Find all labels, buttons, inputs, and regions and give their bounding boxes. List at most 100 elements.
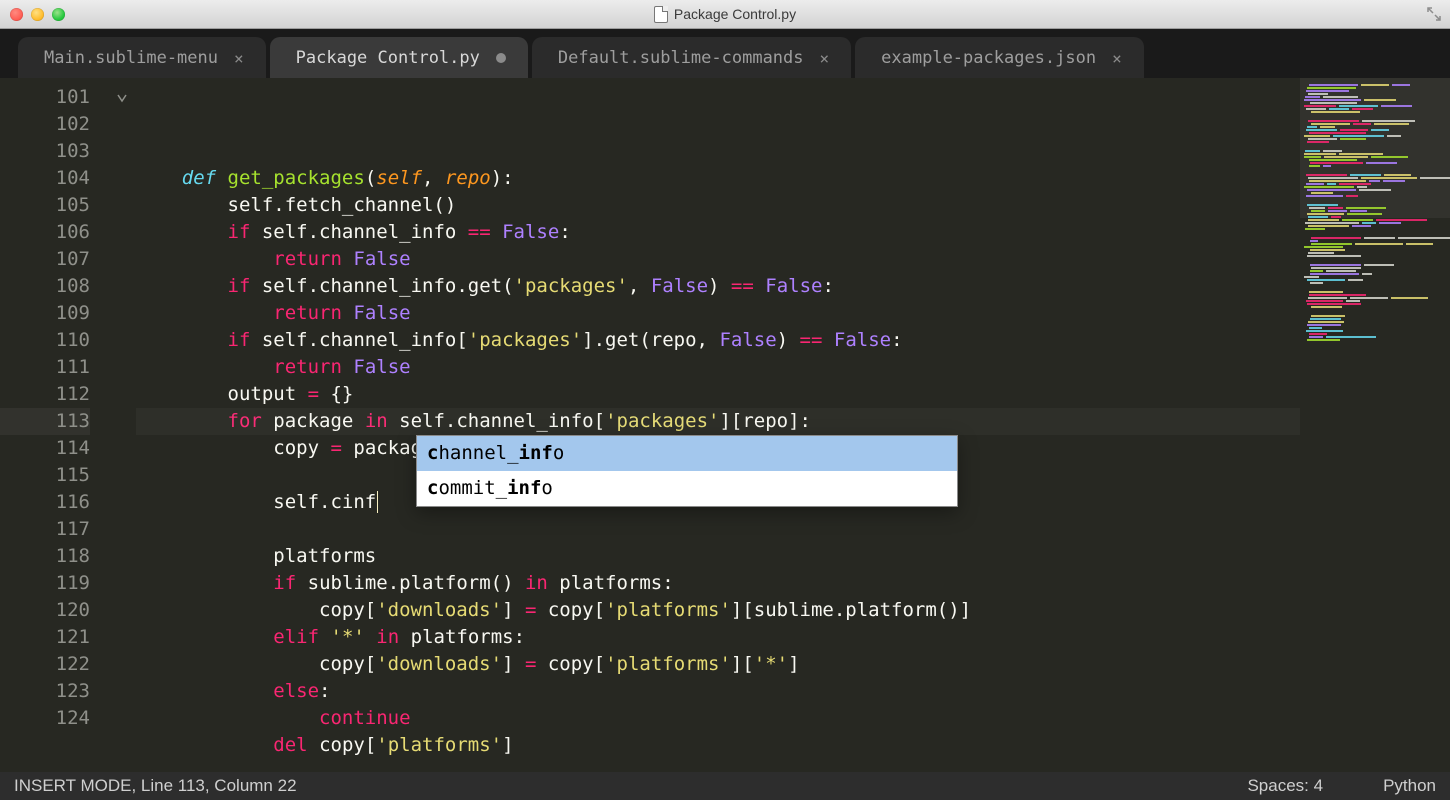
fullscreen-icon[interactable] (1426, 6, 1442, 22)
code-line[interactable]: elif '*' in platforms: (136, 624, 1300, 651)
fold-marker[interactable] (108, 300, 136, 327)
fold-marker[interactable] (108, 111, 136, 138)
autocomplete-popup[interactable]: channel_infocommit_info (416, 435, 958, 507)
code-line[interactable]: if self.channel_info['packages'].get(rep… (136, 327, 1300, 354)
code-line[interactable]: platforms (136, 543, 1300, 570)
line-number: 119 (0, 570, 90, 597)
zoom-window-button[interactable] (52, 8, 65, 21)
fold-marker[interactable] (108, 516, 136, 543)
minimap-line (1308, 225, 1349, 227)
minimap-line (1309, 165, 1320, 167)
minimize-window-button[interactable] (31, 8, 44, 21)
fold-marker[interactable] (108, 597, 136, 624)
status-left: INSERT MODE, Line 113, Column 22 (14, 776, 297, 796)
minimap-line (1364, 237, 1395, 239)
minimap-line (1331, 216, 1341, 218)
minimap-line (1364, 264, 1394, 266)
document-icon (654, 6, 668, 23)
line-number: 101 (0, 84, 90, 111)
minimap-line (1310, 282, 1323, 284)
status-syntax[interactable]: Python (1383, 776, 1436, 796)
minimap-line (1307, 87, 1356, 89)
minimap-line (1406, 243, 1433, 245)
fold-marker[interactable] (108, 327, 136, 354)
code-line[interactable]: else: (136, 678, 1300, 705)
fold-marker[interactable] (108, 408, 136, 435)
fold-marker[interactable] (108, 138, 136, 165)
fold-marker[interactable] (108, 489, 136, 516)
minimap-line (1304, 186, 1354, 188)
code-line[interactable]: continue (136, 705, 1300, 732)
code-line[interactable]: def get_packages(self, repo): (136, 165, 1300, 192)
minimap-line (1342, 219, 1373, 221)
fold-marker[interactable] (108, 381, 136, 408)
code-line[interactable]: if self.channel_info == False: (136, 219, 1300, 246)
code-line[interactable]: output = {} (136, 381, 1300, 408)
fold-marker[interactable] (108, 354, 136, 381)
fold-marker[interactable] (108, 624, 136, 651)
fold-marker[interactable] (108, 435, 136, 462)
fold-marker[interactable] (108, 219, 136, 246)
fold-marker[interactable] (108, 84, 136, 111)
minimap-line (1362, 273, 1372, 275)
fold-marker[interactable] (108, 705, 136, 732)
code-line[interactable]: if self.channel_info.get('packages', Fal… (136, 273, 1300, 300)
fold-marker[interactable] (108, 651, 136, 678)
minimap-line (1381, 105, 1412, 107)
autocomplete-item[interactable]: channel_info (417, 436, 957, 471)
minimap-line (1305, 150, 1320, 152)
close-icon[interactable]: × (234, 49, 244, 68)
fold-marker[interactable] (108, 570, 136, 597)
tab-label: Package Control.py (296, 48, 480, 68)
minimap-line (1306, 90, 1349, 92)
window-title-text: Package Control.py (674, 6, 796, 22)
minimap-line (1346, 300, 1360, 302)
code-line[interactable]: if sublime.platform() in platforms: (136, 570, 1300, 597)
code-line[interactable]: copy['downloads'] = copy['platforms']['*… (136, 651, 1300, 678)
minimap-line (1311, 192, 1333, 194)
code-editor[interactable]: def get_packages(self, repo): self.fetch… (136, 78, 1300, 772)
line-number: 102 (0, 111, 90, 138)
line-number: 118 (0, 543, 90, 570)
line-number-gutter: 1011021031041051061071081091101111121131… (0, 78, 108, 772)
tab-package-control-py[interactable]: Package Control.py (270, 37, 528, 79)
fold-marker[interactable] (108, 543, 136, 570)
code-line[interactable] (136, 516, 1300, 543)
code-line[interactable]: del copy['platforms'] (136, 732, 1300, 759)
minimap-line (1305, 228, 1325, 230)
fold-marker[interactable] (108, 462, 136, 489)
autocomplete-item[interactable]: commit_info (417, 471, 957, 506)
minimap-line (1398, 237, 1450, 239)
minimap-line (1307, 303, 1361, 305)
tab-default-sublime-commands[interactable]: Default.sublime-commands× (532, 37, 851, 79)
close-icon[interactable]: × (1112, 49, 1122, 68)
code-line[interactable]: copy['downloads'] = copy['platforms'][su… (136, 597, 1300, 624)
tab-label: example-packages.json (881, 48, 1096, 68)
minimap-line (1371, 156, 1408, 158)
minimap-line (1352, 108, 1373, 110)
close-window-button[interactable] (10, 8, 23, 21)
line-number: 106 (0, 219, 90, 246)
minimap-line (1308, 93, 1328, 95)
minimap[interactable] (1300, 78, 1450, 772)
minimap-line (1311, 267, 1361, 269)
code-line[interactable] (136, 759, 1300, 772)
code-line[interactable]: self.fetch_channel() (136, 192, 1300, 219)
code-line[interactable]: return False (136, 354, 1300, 381)
fold-marker[interactable] (108, 192, 136, 219)
tab-example-packages-json[interactable]: example-packages.json × (855, 37, 1144, 79)
status-bar: INSERT MODE, Line 113, Column 22 Spaces:… (0, 772, 1450, 800)
fold-marker[interactable] (108, 246, 136, 273)
fold-marker[interactable] (108, 273, 136, 300)
code-line[interactable]: return False (136, 246, 1300, 273)
line-number: 115 (0, 462, 90, 489)
fold-marker[interactable] (108, 678, 136, 705)
fold-marker[interactable] (108, 165, 136, 192)
close-icon[interactable]: × (820, 49, 830, 68)
status-indent[interactable]: Spaces: 4 (1247, 776, 1323, 796)
fold-gutter (108, 78, 136, 772)
tab-main-sublime-menu[interactable]: Main.sublime-menu× (18, 37, 266, 79)
minimap-line (1311, 111, 1360, 113)
code-line[interactable]: return False (136, 300, 1300, 327)
line-number: 108 (0, 273, 90, 300)
